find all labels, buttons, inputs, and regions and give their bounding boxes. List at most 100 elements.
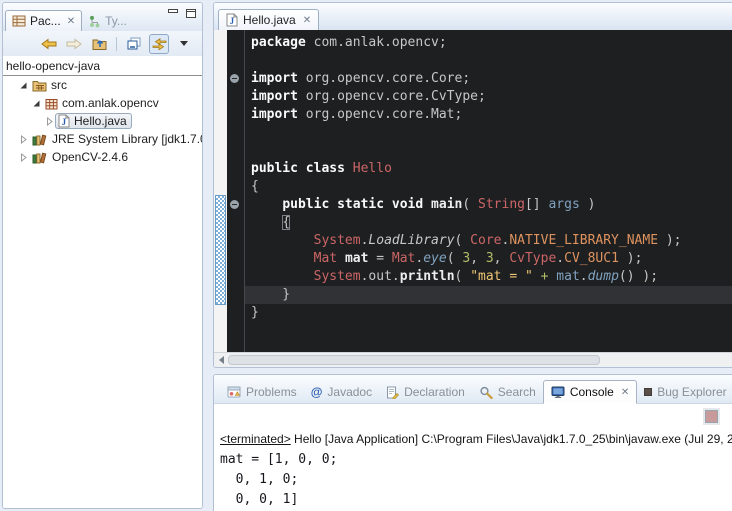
java-file-icon: J <box>58 114 70 128</box>
editor-area: J Hello.java ✕ package com.anlak.opencv;… <box>213 2 732 368</box>
tree-item-com-anlak-opencv[interactable]: com.anlak.opencv <box>3 94 202 112</box>
forward-icon[interactable] <box>64 34 84 54</box>
code-line[interactable]: { <box>251 214 732 232</box>
tree-item-label: src <box>51 78 67 92</box>
code-line[interactable]: import org.opencv.core.Core; <box>251 70 732 88</box>
code-area[interactable]: package com.anlak.opencv; import org.ope… <box>245 30 732 352</box>
project-tree: src com.anlak.opencv JHello.java JRE System… <box>3 76 202 166</box>
tree-item-hello-java[interactable]: JHello.java <box>3 112 202 130</box>
package-explorer-toolbar <box>3 31 202 56</box>
fold-collapse-icon[interactable] <box>230 74 239 83</box>
tree-item-jre-system-library-jdk1-7-0[interactable]: JRE System Library [jdk1.7.0 <box>3 130 202 148</box>
tab-search[interactable]: Search <box>472 381 543 403</box>
java-file-icon: J <box>226 13 238 27</box>
close-icon[interactable]: ✕ <box>67 16 75 27</box>
editor-tab-hello-java[interactable]: J Hello.java ✕ <box>218 9 319 30</box>
type-hierarchy-icon <box>88 15 101 28</box>
collapse-all-icon[interactable] <box>124 34 144 54</box>
tab-label: Declaration <box>404 385 465 399</box>
fold-gutter[interactable] <box>227 30 245 352</box>
console-output-line: 0, 0, 1] <box>220 490 732 510</box>
editor-tabbar: J Hello.java ✕ <box>214 3 732 30</box>
maximize-icon[interactable] <box>186 9 196 18</box>
code-line[interactable]: } <box>251 304 732 322</box>
tree-item-label: JRE System Library [jdk1.7.0 <box>52 132 202 146</box>
package-explorer-tree: hello-opencv-java src com.anlak.opencv JHe… <box>3 56 202 509</box>
collapsed-arrow-icon[interactable] <box>18 153 29 162</box>
tab-type-hierarchy-label: Ty... <box>105 14 127 28</box>
console-view: Problems @ Javadoc Declaration Search Console… <box>213 374 732 511</box>
tab-declaration[interactable]: Declaration <box>379 381 472 403</box>
range-indicator <box>215 195 226 305</box>
declaration-icon <box>386 386 399 399</box>
code-line[interactable]: } <box>245 286 732 304</box>
tab-javadoc[interactable]: @ Javadoc <box>304 381 379 403</box>
horizontal-scrollbar[interactable] <box>214 352 732 367</box>
package-explorer-tabbar: Pac... ✕ Ty... <box>3 3 202 31</box>
library-icon <box>32 133 48 146</box>
view-window-buttons <box>168 9 196 18</box>
console-icon <box>551 386 565 398</box>
close-icon[interactable]: ✕ <box>621 387 629 398</box>
tab-label: Javadoc <box>327 385 372 399</box>
javadoc-icon: @ <box>311 386 323 398</box>
editor-tab-label: Hello.java <box>243 13 296 27</box>
code-line[interactable]: public class Hello <box>251 160 732 178</box>
scroll-left-arrow-icon[interactable] <box>219 356 224 364</box>
tree-item-src[interactable]: src <box>3 76 202 94</box>
code-line[interactable]: System.LoadLibrary( Core.NATIVE_LIBRARY_… <box>251 232 732 250</box>
console-output-line: 0, 1, 0; <box>220 470 732 490</box>
scrollbar-thumb[interactable] <box>228 355 600 365</box>
tab-package-explorer[interactable]: Pac... ✕ <box>5 10 82 31</box>
tab-label: Search <box>498 385 536 399</box>
expanded-arrow-icon[interactable] <box>31 99 42 108</box>
console-status: <terminated> Hello [Java Application] C:… <box>214 404 732 448</box>
link-with-editor-icon[interactable] <box>149 34 169 54</box>
code-line[interactable] <box>251 52 732 70</box>
toolbar-separator <box>116 37 117 51</box>
fold-collapse-icon[interactable] <box>230 200 239 209</box>
terminated-label: <terminated> <box>220 432 291 446</box>
console-tabbar: Problems @ Javadoc Declaration Search Console… <box>214 375 732 404</box>
close-icon[interactable]: ✕ <box>303 15 311 26</box>
collapsed-arrow-icon[interactable] <box>18 135 29 144</box>
bug-icon <box>644 388 652 396</box>
up-folder-icon[interactable] <box>89 34 109 54</box>
svg-text:J: J <box>230 16 235 26</box>
code-line[interactable]: System.out.println( "mat = " + mat.dump(… <box>251 268 732 286</box>
tab-console[interactable]: Console ✕ <box>543 380 637 404</box>
package-folder-icon <box>32 79 47 92</box>
console-output[interactable]: mat = [1, 0, 0; 0, 1, 0; 0, 0, 1] <box>214 448 732 510</box>
collapsed-arrow-icon[interactable] <box>44 117 55 126</box>
view-menu-icon[interactable] <box>174 34 194 54</box>
console-body: <terminated> Hello [Java Application] C:… <box>214 404 732 511</box>
tree-item-label: com.anlak.opencv <box>62 96 159 110</box>
code-line[interactable]: import org.opencv.core.CvType; <box>251 88 732 106</box>
project-root-label[interactable]: hello-opencv-java <box>3 56 202 75</box>
package-explorer-icon <box>12 15 26 27</box>
code-line[interactable] <box>251 142 732 160</box>
code-line[interactable]: Mat mat = Mat.eye( 3, 3, CvType.CV_8UC1 … <box>251 250 732 268</box>
svg-text:J: J <box>62 117 67 127</box>
code-line[interactable] <box>251 124 732 142</box>
tab-package-explorer-label: Pac... <box>30 14 61 28</box>
problems-icon <box>227 386 241 398</box>
terminate-icon[interactable] <box>705 410 718 423</box>
annotation-ruler[interactable] <box>214 30 227 352</box>
code-line[interactable]: { <box>251 178 732 196</box>
tab-bug-explorer[interactable]: Bug Explorer <box>637 381 732 403</box>
code-line[interactable]: import org.opencv.core.Mat; <box>251 106 732 124</box>
tab-problems[interactable]: Problems <box>220 381 304 403</box>
code-line[interactable]: package com.anlak.opencv; <box>251 34 732 52</box>
tree-item-opencv-2-4-6[interactable]: OpenCV-2.4.6 <box>3 148 202 166</box>
back-icon[interactable] <box>39 34 59 54</box>
expanded-arrow-icon[interactable] <box>18 81 29 90</box>
tab-type-hierarchy[interactable]: Ty... <box>82 11 133 31</box>
library-icon <box>32 151 48 164</box>
tab-label: Console <box>570 385 614 399</box>
code-line[interactable]: public static void main( String[] args ) <box>251 196 732 214</box>
tab-label: Problems <box>246 385 297 399</box>
tree-item-label: OpenCV-2.4.6 <box>52 150 128 164</box>
minimize-icon[interactable] <box>168 9 178 18</box>
tab-label: Bug Explorer <box>657 385 726 399</box>
